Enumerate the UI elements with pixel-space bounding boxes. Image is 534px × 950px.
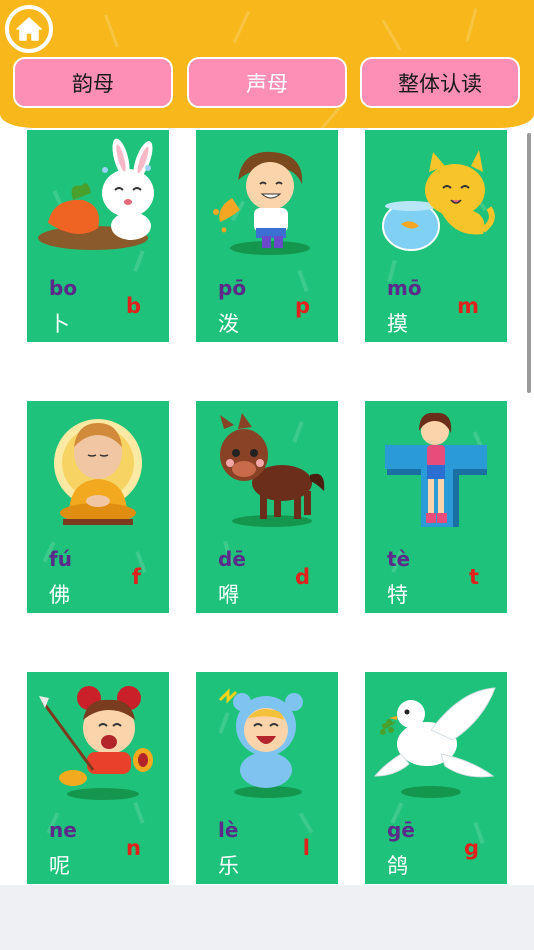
card-hanzi: 鸽 <box>387 854 408 878</box>
horse-icon <box>220 413 325 527</box>
nezha-icon <box>39 686 153 800</box>
card-hanzi: 乐 <box>218 854 239 878</box>
home-icon <box>16 17 42 41</box>
boy-splashing-icon <box>213 151 310 255</box>
laughing-baby-icon <box>218 688 303 798</box>
card-letter: t <box>468 565 479 589</box>
card-pinyin: tè <box>387 547 411 571</box>
scrollbar[interactable] <box>527 133 531 393</box>
card-hanzi: 呢 <box>49 854 70 878</box>
card-f[interactable]: fú f 佛 <box>27 401 169 613</box>
buddha-icon <box>54 419 142 525</box>
card-letter: f <box>131 565 141 589</box>
card-letter: p <box>294 294 310 318</box>
card-d[interactable]: dē d 嘚 <box>196 401 338 613</box>
girl-letter-t-icon <box>385 412 487 527</box>
card-pinyin: pō <box>218 276 247 300</box>
card-pinyin: lè <box>218 818 239 842</box>
card-m[interactable]: mō m 摸 <box>365 130 507 342</box>
card-pinyin: ne <box>49 818 77 842</box>
letter-card-grid: bo b 卜 pō p 泼 mō m 摸 fú f 佛 dē d 嘚 tè t … <box>0 128 534 885</box>
card-letter: m <box>457 294 479 318</box>
card-letter: b <box>125 294 141 318</box>
top-header: 韵母 声母 整体认读 <box>0 0 534 128</box>
bottom-bar <box>0 885 534 950</box>
card-pinyin: gē <box>387 818 415 842</box>
tab-whole-syllables[interactable]: 整体认读 <box>360 57 520 108</box>
card-letter: g <box>463 836 479 860</box>
tab-initials[interactable]: 声母 <box>187 57 347 108</box>
card-letter: d <box>294 565 310 589</box>
card-g[interactable]: gē g 鸽 <box>365 672 507 884</box>
card-t[interactable]: tè t 特 <box>365 401 507 613</box>
home-button[interactable] <box>5 5 53 53</box>
card-hanzi: 特 <box>387 583 408 607</box>
card-l[interactable]: lè l 乐 <box>196 672 338 884</box>
card-pinyin: mō <box>387 276 422 300</box>
card-pinyin: bo <box>49 276 78 300</box>
cat-fishbowl-icon <box>382 150 495 251</box>
card-p[interactable]: pō p 泼 <box>196 130 338 342</box>
card-hanzi: 泼 <box>218 312 239 336</box>
card-n[interactable]: ne n 呢 <box>27 672 169 884</box>
card-letter: l <box>302 836 310 860</box>
card-pinyin: fú <box>49 547 72 571</box>
card-letter: n <box>126 836 141 860</box>
card-pinyin: dē <box>218 547 246 571</box>
card-hanzi: 嘚 <box>218 583 239 607</box>
card-hanzi: 摸 <box>387 312 408 336</box>
card-b[interactable]: bo b 卜 <box>27 130 169 342</box>
tab-finals[interactable]: 韵母 <box>13 57 173 108</box>
dove-icon <box>373 687 496 798</box>
card-hanzi: 佛 <box>49 583 70 607</box>
rabbit-carrot-icon <box>38 138 154 250</box>
card-hanzi: 卜 <box>49 312 70 336</box>
